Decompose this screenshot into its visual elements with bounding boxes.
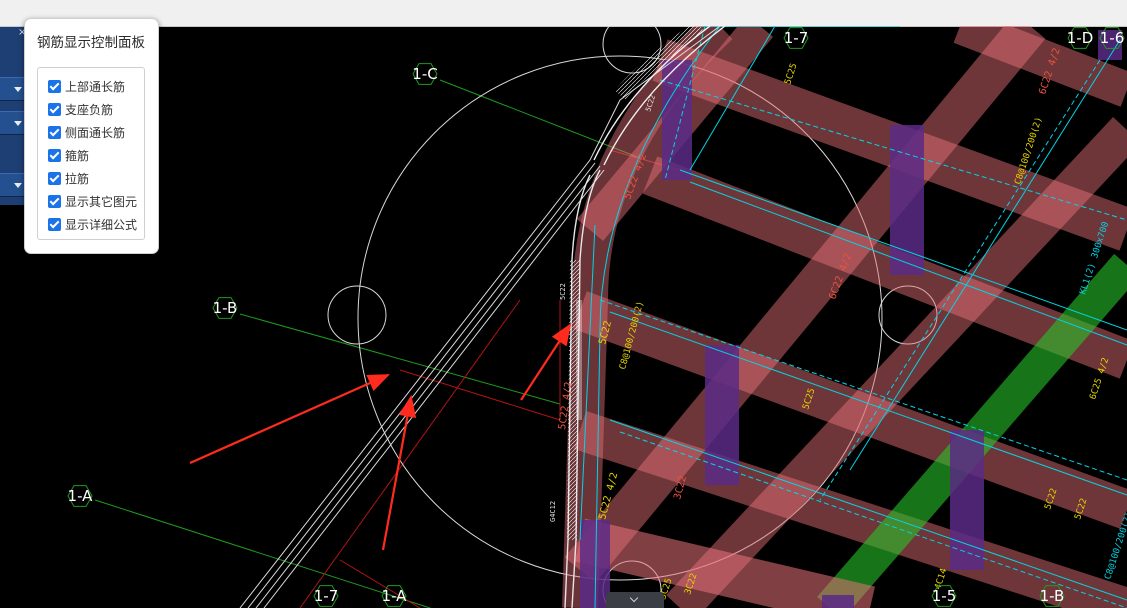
bottom-collapse-tab[interactable] xyxy=(606,592,664,608)
arrow-1 xyxy=(189,373,391,465)
option-label: 上部通长筋 xyxy=(65,79,126,94)
column-5 xyxy=(822,595,854,608)
axis-tag-left-1-c: 1-C xyxy=(412,63,438,85)
axis-line-1 xyxy=(239,313,561,405)
option-label: 显示其它图元 xyxy=(65,194,138,209)
axis-line-2 xyxy=(94,499,431,608)
checkbox-checked-icon[interactable] xyxy=(48,217,61,231)
axis-tag-bottom-1-5: 1-5 xyxy=(931,585,957,607)
option-label: 侧面通长筋 xyxy=(65,125,126,140)
option-tie-bar[interactable]: 拉筋 xyxy=(48,170,89,186)
option-top-continuous-rebar[interactable]: 上部通长筋 xyxy=(48,78,125,94)
axis-tag-top-1-d: 1-D xyxy=(1067,27,1094,49)
axis-tag-label: 1-A xyxy=(382,587,408,605)
option-label: 拉筋 xyxy=(65,171,90,186)
checkbox-checked-icon[interactable] xyxy=(48,148,61,162)
rebar-annotation-a3: 5C25 xyxy=(783,62,799,86)
dropdown-arrow-icon[interactable] xyxy=(14,183,22,188)
red-arrows xyxy=(189,323,572,551)
axis-tag-label: 1-A xyxy=(68,487,94,505)
option-side-continuous-rebar[interactable]: 侧面通长筋 xyxy=(48,124,125,140)
axis-tag-label: 1-D xyxy=(1067,29,1094,47)
dropdown-arrow-icon[interactable] xyxy=(14,121,22,126)
axis-tag-label: 1-B xyxy=(1040,587,1065,605)
checkbox-checked-icon[interactable] xyxy=(48,194,61,208)
option-label: 箍筋 xyxy=(65,148,90,163)
cad-drawing[interactable]: 5C22 4/26C22 4/25C25C8@100/200(2)5C22 C8@… xyxy=(0,26,1127,608)
panel-title: 钢筋显示控制面板 xyxy=(37,35,145,51)
axis-tag-bottom-1-b: 1-B xyxy=(1039,585,1065,607)
column-3 xyxy=(950,430,984,570)
option-stirrup[interactable]: 箍筋 xyxy=(48,147,89,163)
option-label: 支座负筋 xyxy=(65,102,114,117)
rebar-display-control-panel: 钢筋显示控制面板 上部通长筋 支座负筋 侧面通长筋 箍筋 拉筋 显示其它图元 显… xyxy=(24,18,159,254)
axis-tag-label: 1-5 xyxy=(932,587,957,605)
checkbox-checked-icon[interactable] xyxy=(48,125,61,139)
option-show-detailed-formula[interactable]: 显示详细公式 xyxy=(48,216,137,232)
axis-tag-left-1-b: 1-B xyxy=(212,297,238,319)
axis-tag-label: 1-C xyxy=(412,65,437,83)
checkbox-checked-icon[interactable] xyxy=(48,79,61,93)
axis-tag-left-1-a: 1-A xyxy=(67,485,94,507)
axis-tag-bottom-1-a: 1-A xyxy=(381,585,408,607)
options-group: 上部通长筋 支座负筋 侧面通长筋 箍筋 拉筋 显示其它图元 显示详细公式 xyxy=(37,67,145,240)
axis-tag-bottom-1-7: 1-7 xyxy=(313,585,339,607)
checkbox-checked-icon[interactable] xyxy=(48,171,61,185)
option-label: 显示详细公式 xyxy=(65,217,138,232)
axis-line-7 xyxy=(339,559,421,608)
axis-tag-label: 1-7 xyxy=(784,29,809,47)
option-show-other-elements[interactable]: 显示其它图元 xyxy=(48,193,137,209)
checkbox-checked-icon[interactable] xyxy=(48,102,61,116)
top-bar xyxy=(0,0,1127,27)
axis-tag-top-1-6: 1-6 xyxy=(1099,27,1125,49)
cad-viewport[interactable]: 5C22 4/2 6C22 4/2 5C25 C8@100/200(2) 5C22 C8@… xyxy=(0,26,1127,608)
axis-line-3 xyxy=(299,299,521,608)
axis-tag-label: 1-B xyxy=(213,299,238,317)
axis-tag-top-1-7: 1-7 xyxy=(783,27,809,49)
column-2 xyxy=(705,345,739,485)
small-circle-0 xyxy=(327,285,387,345)
axis-tag-label: 1-7 xyxy=(314,587,339,605)
column-1 xyxy=(890,125,924,275)
rebar-annotation-a9: 5C22 xyxy=(559,283,567,300)
rebar-annotation-a10: G4C12 xyxy=(549,501,557,522)
option-support-negative-rebar[interactable]: 支座负筋 xyxy=(48,101,113,117)
chevron-down-icon[interactable] xyxy=(629,593,639,603)
dropdown-arrow-icon[interactable] xyxy=(14,87,22,92)
axis-tag-label: 1-6 xyxy=(1100,29,1125,47)
